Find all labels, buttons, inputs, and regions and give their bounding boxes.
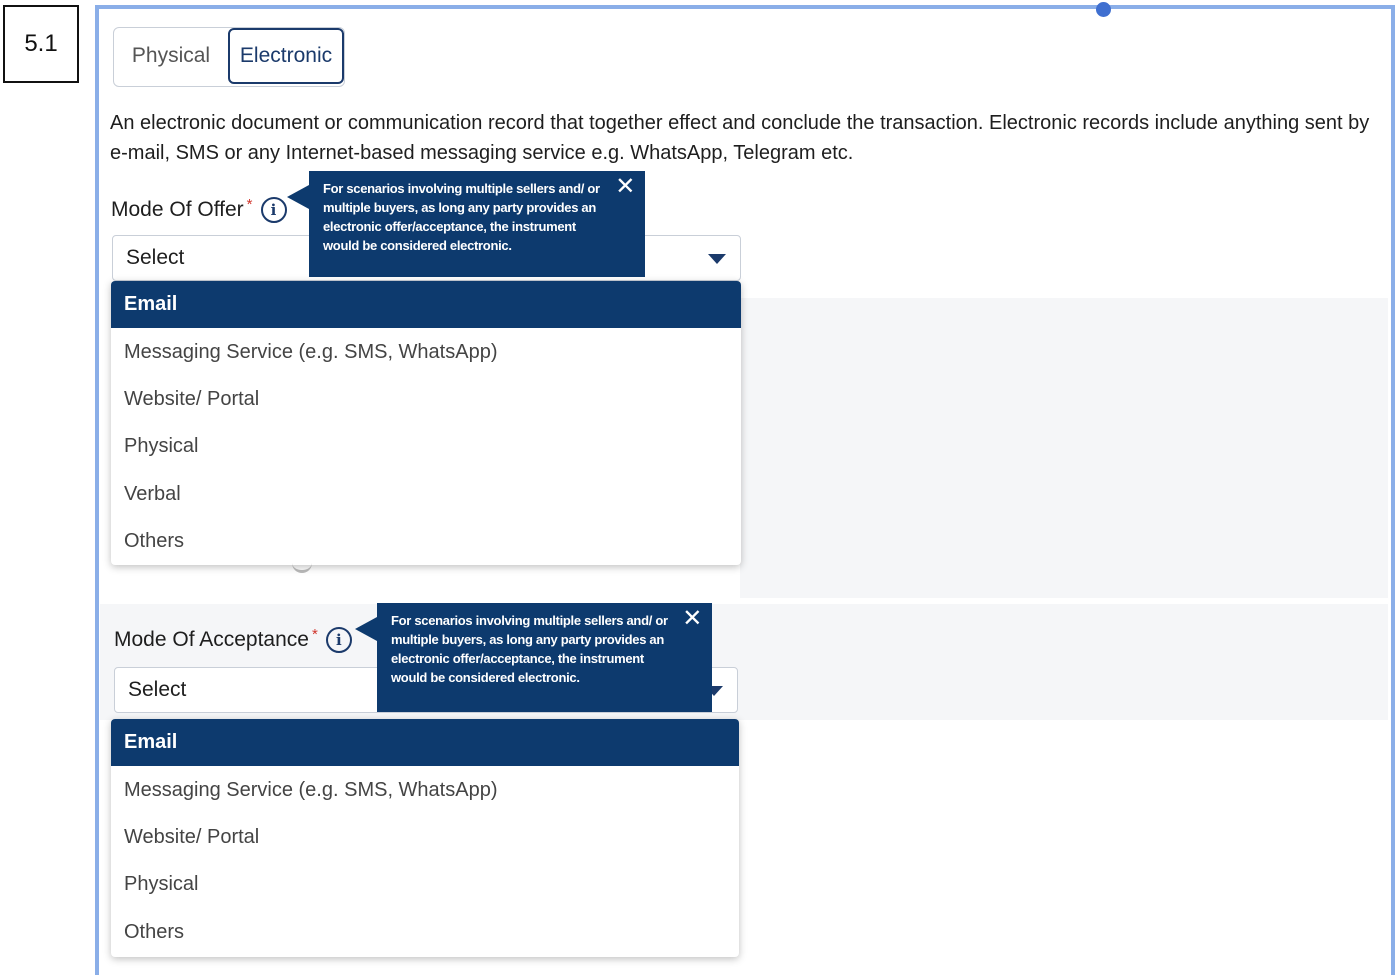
info-icon[interactable]: i [325, 627, 352, 653]
mode-of-acceptance-dropdown: Email Messaging Service (e.g. SMS, Whats… [111, 719, 739, 957]
close-icon[interactable]: ✕ [615, 175, 635, 199]
dropdown-option-physical[interactable]: Physical [111, 423, 741, 470]
dropdown-option-others[interactable]: Others [111, 518, 741, 565]
mode-of-offer-label-text: Mode Of Offer [111, 198, 244, 221]
step-number: 5.1 [24, 30, 58, 57]
required-asterisk: * [246, 195, 253, 213]
mode-of-offer-tooltip: For scenarios involving multiple sellers… [287, 171, 645, 277]
dropdown-option-messaging-service[interactable]: Messaging Service (e.g. SMS, WhatsApp) [111, 766, 739, 813]
dropdown-option-website-portal[interactable]: Website/ Portal [111, 376, 741, 423]
mode-of-acceptance-tooltip: For scenarios involving multiple sellers… [355, 603, 712, 712]
toggle-electronic-button[interactable]: Electronic [228, 28, 344, 84]
dropdown-option-email[interactable]: Email [111, 281, 741, 329]
dropdown-option-others[interactable]: Others [111, 909, 739, 956]
tooltip-text: For scenarios involving multiple sellers… [323, 181, 600, 253]
tooltip-text: For scenarios involving multiple sellers… [391, 613, 668, 685]
mode-toggle: Physical Electronic [113, 27, 345, 87]
dropdown-option-verbal[interactable]: Verbal [111, 471, 741, 518]
step-number-box: 5.1 [3, 5, 79, 83]
select-value: Select [126, 246, 185, 269]
dropdown-option-physical[interactable]: Physical [111, 861, 739, 908]
section-background [740, 298, 1388, 598]
mode-of-acceptance-label-text: Mode Of Acceptance [114, 628, 309, 651]
dropdown-option-email[interactable]: Email [111, 719, 739, 767]
frame-resize-handle[interactable] [1096, 2, 1111, 17]
mode-of-offer-label: Mode Of Offer * i [111, 195, 287, 223]
dropdown-option-website-portal[interactable]: Website/ Portal [111, 814, 739, 861]
mode-of-acceptance-label: Mode Of Acceptance * i [114, 625, 352, 653]
mode-of-offer-dropdown: Email Messaging Service (e.g. SMS, Whats… [111, 281, 741, 565]
chevron-down-icon[interactable] [708, 254, 726, 264]
select-value: Select [128, 678, 187, 701]
required-asterisk: * [311, 625, 318, 643]
close-icon[interactable]: ✕ [682, 607, 702, 631]
toggle-physical-button[interactable]: Physical [114, 28, 228, 84]
info-icon[interactable]: i [260, 197, 287, 223]
dropdown-option-messaging-service[interactable]: Messaging Service (e.g. SMS, WhatsApp) [111, 328, 741, 375]
electronic-description: An electronic document or communication … [110, 112, 1370, 164]
